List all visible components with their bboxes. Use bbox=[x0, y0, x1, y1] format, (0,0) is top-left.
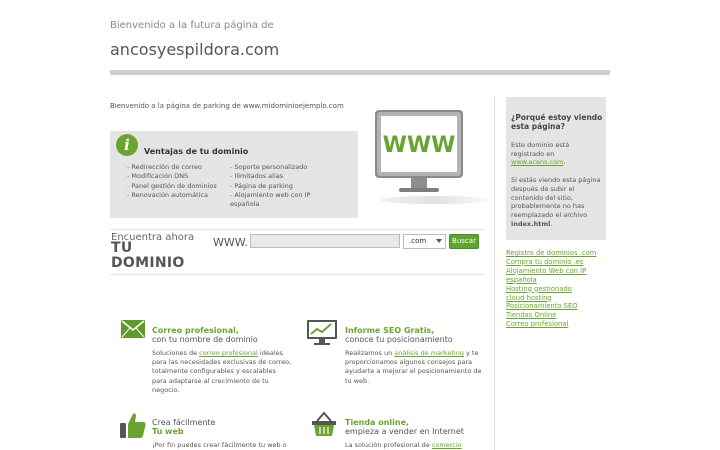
feature-web: Crea fácilmente Tu web bbox=[152, 418, 215, 436]
why-title: ¿Porqué estoy viendo esta página? bbox=[511, 113, 603, 131]
body-text: Este dominio está registrado en bbox=[511, 141, 570, 158]
body-text: Soluciones de bbox=[152, 349, 200, 357]
advantages-list-2: Soporte personalizado Ilimitados alias P… bbox=[230, 163, 330, 209]
body-text: . bbox=[550, 219, 553, 228]
list-item: Redirección de correo bbox=[127, 163, 227, 172]
advantages-title: Ventajas de tu dominio bbox=[144, 147, 249, 156]
feature-tienda-body: La solución profesional de comercio bbox=[345, 441, 485, 450]
feature-web-subtitle: Crea fácilmente bbox=[152, 418, 216, 427]
list-item: Modificación DNS bbox=[127, 172, 227, 181]
feature-seo-subtitle: conoce tu posicionamiento bbox=[345, 335, 453, 344]
welcome-text: Bienvenido a la futura página de bbox=[110, 20, 274, 31]
sidebar-link-compra[interactable]: Compra tu dominio .es bbox=[506, 258, 583, 266]
feature-tienda-title: Tienda online, bbox=[345, 418, 410, 427]
body-text: Realizamos un bbox=[345, 349, 395, 357]
search-heading-line1: TU bbox=[111, 240, 133, 256]
feature-correo-subtitle: con tu nombre de dominio bbox=[152, 335, 258, 344]
sidebar-link-registro[interactable]: Registro de dominios .com bbox=[506, 249, 596, 257]
sidebar-links: Registro de dominios .com Compra tu domi… bbox=[506, 249, 596, 329]
why-paragraph-1: Este dominio está registrado en www.acen… bbox=[511, 141, 603, 167]
body-text: Si estás viendo esta página después de s… bbox=[511, 176, 601, 219]
list-item: Alojamiento web con IP española bbox=[230, 191, 330, 210]
sidebar-link-seo[interactable]: Posicionamiento SEO bbox=[506, 302, 578, 310]
monitor-reflection bbox=[380, 196, 490, 204]
info-icon: i bbox=[116, 134, 138, 156]
header-divider bbox=[110, 70, 610, 75]
chevron-down-icon bbox=[436, 239, 442, 243]
search-button[interactable]: Buscar bbox=[449, 234, 479, 249]
acens-link[interactable]: www.acens.com bbox=[511, 158, 563, 166]
correo-profesional-link[interactable]: correo profesional bbox=[199, 349, 258, 357]
why-body: Este dominio está registrado en www.acen… bbox=[511, 141, 603, 228]
list-item: Soporte personalizado bbox=[230, 163, 330, 172]
list-item: Renovación automática bbox=[127, 191, 227, 200]
monitor-chart-icon bbox=[307, 320, 337, 345]
sidebar-link-alojamiento[interactable]: Alojamiento Web con IP bbox=[506, 267, 586, 275]
intro-text: Bienvenido a la página de parking de www… bbox=[110, 102, 344, 110]
feature-tienda: Tienda online, empieza a vender en Inter… bbox=[345, 418, 464, 436]
feature-web-body: ¡Por fin puedes crear fácilmente tu web … bbox=[152, 441, 287, 449]
feature-web-title: Tu web bbox=[152, 427, 184, 436]
advantages-list-1: Redirección de correo Modificación DNS P… bbox=[127, 163, 227, 200]
sidebar-link-alojamiento-cont[interactable]: española bbox=[506, 276, 537, 284]
domain-title: ancosyespildora.com bbox=[110, 40, 280, 59]
www-prefix-label: WWW. bbox=[213, 236, 248, 249]
feature-seo-body: Realizamos un análisis de marketing y te… bbox=[345, 349, 485, 386]
sidebar-link-cloud[interactable]: cloud hosting bbox=[506, 294, 552, 302]
feature-correo: Correo profesional, con tu nombre de dom… bbox=[152, 326, 258, 344]
index-html-text: index.html bbox=[511, 219, 551, 228]
tld-select-value: .com bbox=[409, 237, 427, 245]
comercio-link[interactable]: comercio bbox=[432, 441, 462, 449]
sidebar-link-hosting[interactable]: Hosting gestionado bbox=[506, 285, 572, 293]
list-item: Panel gestión de dominios bbox=[127, 182, 227, 191]
thumbs-up-icon bbox=[120, 413, 146, 438]
why-paragraph-2: Si estás viendo esta página después de s… bbox=[511, 176, 603, 228]
feature-tienda-subtitle: empieza a vender en Internet bbox=[345, 427, 464, 436]
domain-search-input[interactable] bbox=[250, 234, 400, 248]
feature-correo-title: Correo profesional, bbox=[152, 326, 239, 335]
search-heading-line2: DOMINIO bbox=[111, 255, 185, 271]
monitor-www-text: WWW bbox=[383, 133, 456, 158]
sidebar-link-tiendas[interactable]: Tiendas Online bbox=[506, 311, 556, 319]
sidebar-link-correo[interactable]: Correo profesional bbox=[506, 320, 568, 328]
www-monitor-icon: WWW bbox=[375, 110, 463, 192]
shopping-basket-icon bbox=[312, 411, 336, 436]
body-text: La solución profesional de bbox=[345, 441, 432, 449]
analisis-marketing-link[interactable]: análisis de marketing bbox=[394, 349, 464, 357]
list-item: Página de parking bbox=[230, 182, 330, 191]
list-item: Ilimitados alias bbox=[230, 172, 330, 181]
feature-seo: Informe SEO Gratis, conoce tu posicionam… bbox=[345, 326, 453, 344]
search-heading: TU DOMINIO bbox=[111, 241, 185, 271]
search-divider-bottom bbox=[110, 274, 485, 275]
feature-seo-title: Informe SEO Gratis, bbox=[345, 326, 435, 335]
feature-correo-body: Soluciones de correo profesional ideales… bbox=[152, 349, 292, 395]
tld-select[interactable]: .com bbox=[403, 234, 446, 249]
sidebar-divider bbox=[494, 97, 495, 450]
body-text: . bbox=[563, 158, 566, 167]
search-divider-top bbox=[110, 229, 485, 230]
envelope-icon bbox=[121, 320, 145, 338]
